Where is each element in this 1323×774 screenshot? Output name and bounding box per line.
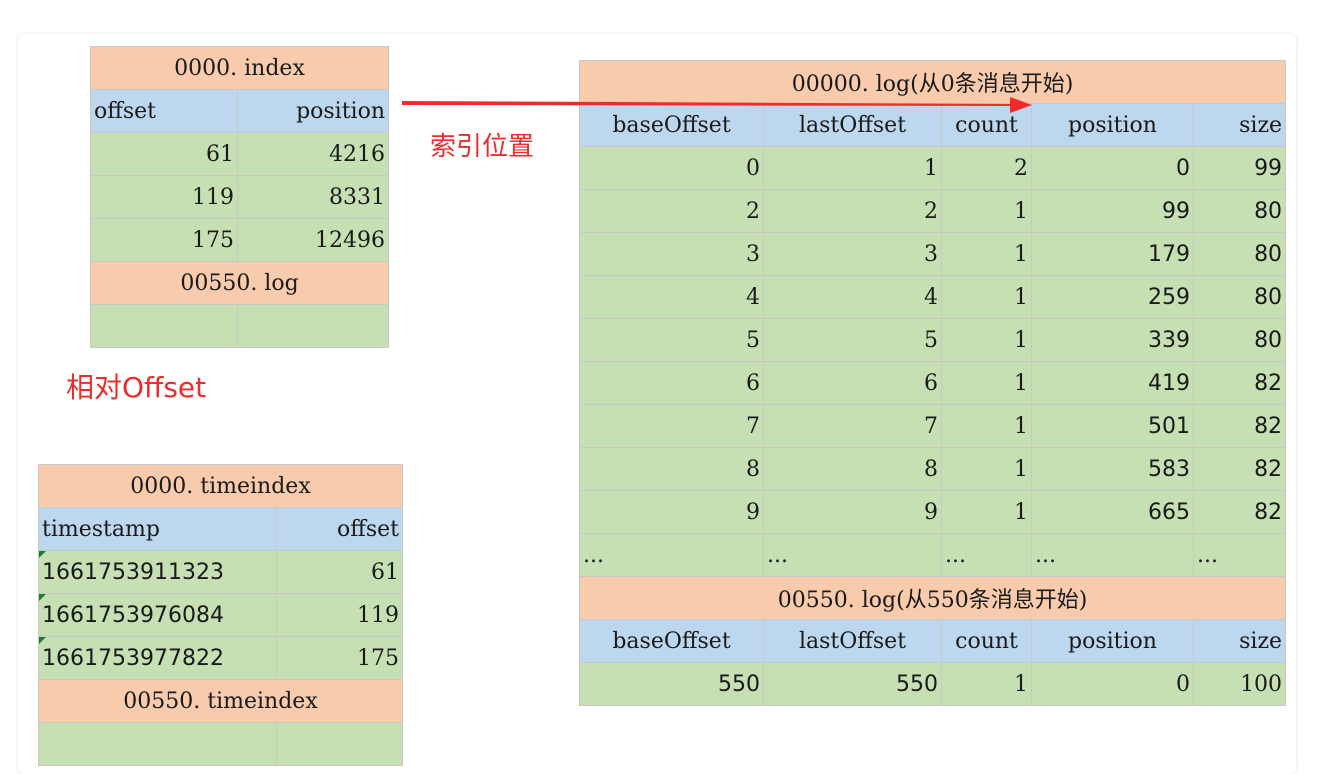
index-position-label: 索引位置 — [430, 132, 535, 162]
relative-offset-label: 相对Offset — [66, 371, 207, 404]
arrow-shape — [402, 97, 1032, 113]
